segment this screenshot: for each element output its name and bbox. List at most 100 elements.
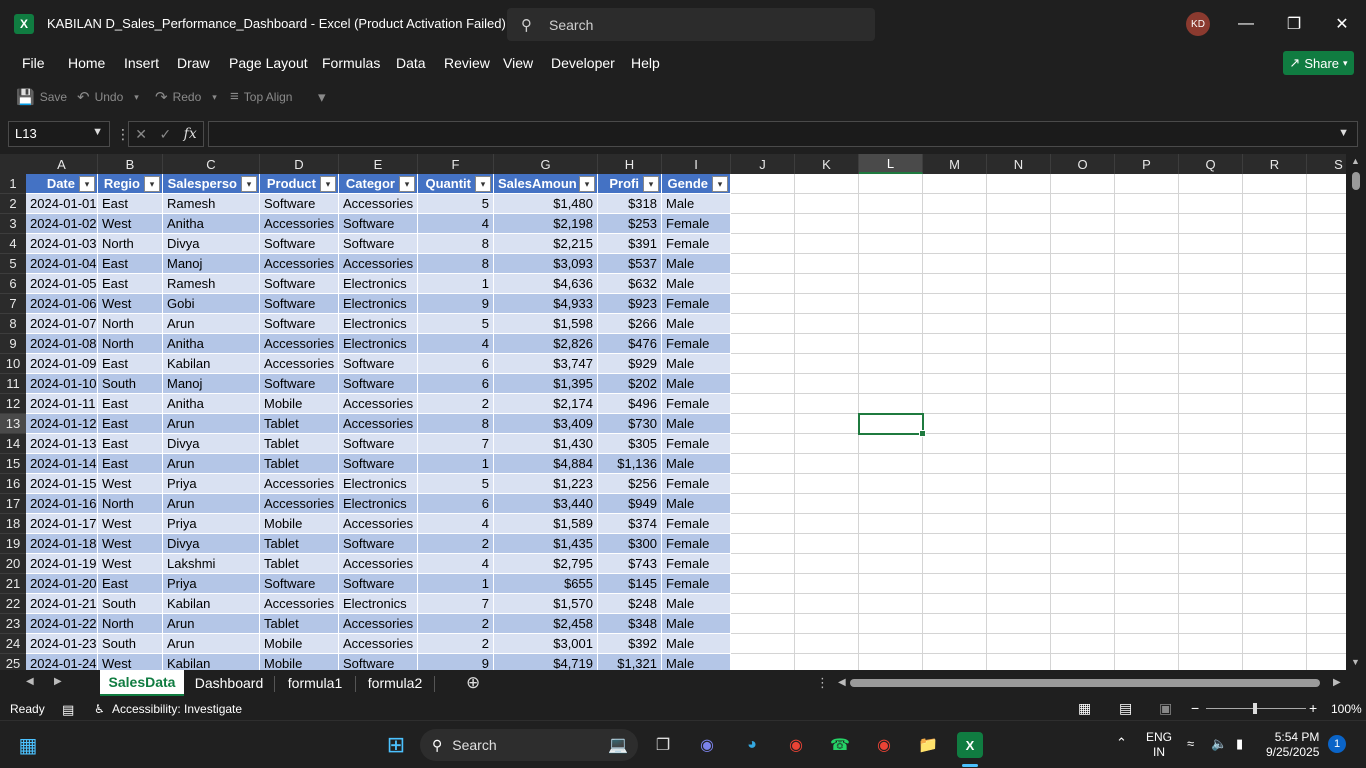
table-cell[interactable]: Electronics <box>339 334 418 354</box>
table-cell[interactable]: 1 <box>418 574 494 594</box>
table-cell[interactable]: $1,589 <box>494 514 598 534</box>
table-cell[interactable]: $4,884 <box>494 454 598 474</box>
table-cell[interactable]: 4 <box>418 514 494 534</box>
table-cell[interactable]: Priya <box>163 574 260 594</box>
empty-cell[interactable] <box>987 414 1051 434</box>
column-header-l[interactable]: L <box>859 154 923 174</box>
empty-cell[interactable] <box>1243 594 1307 614</box>
scroll-down-icon[interactable]: ▼ <box>1351 657 1360 667</box>
filter-dropdown-icon[interactable]: ▾ <box>79 176 95 192</box>
empty-cell[interactable] <box>987 574 1051 594</box>
spreadsheet-grid[interactable]: A B C D E F G H I J K L M N O P Q R S 1 2 3 4 5 6 7 8 9 10 11 12 13 14 15… <box>0 154 1366 670</box>
row-header[interactable]: 7 <box>0 294 26 314</box>
empty-cell[interactable] <box>731 194 795 214</box>
table-cell[interactable]: 2024-01-15 <box>26 474 98 494</box>
empty-cell[interactable] <box>1115 274 1179 294</box>
table-cell[interactable]: Arun <box>163 314 260 334</box>
table-cell[interactable]: West <box>98 554 163 574</box>
empty-cell[interactable] <box>731 514 795 534</box>
table-cell[interactable]: Male <box>662 414 731 434</box>
empty-cell[interactable] <box>1179 294 1243 314</box>
empty-cell[interactable] <box>859 634 923 654</box>
redo-button[interactable]: ↷ Redo ▾ <box>155 88 217 106</box>
table-cell[interactable]: Software <box>339 534 418 554</box>
empty-cell[interactable] <box>987 474 1051 494</box>
empty-cell[interactable] <box>1243 254 1307 274</box>
row-header[interactable]: 14 <box>0 434 26 454</box>
empty-cell[interactable] <box>1051 294 1115 314</box>
table-cell[interactable]: $145 <box>598 574 662 594</box>
table-cell[interactable]: 2024-01-03 <box>26 234 98 254</box>
row-header[interactable]: 23 <box>0 614 26 634</box>
table-cell[interactable]: Software <box>339 454 418 474</box>
empty-cell[interactable] <box>859 214 923 234</box>
table-cell[interactable]: $1,598 <box>494 314 598 334</box>
empty-cell[interactable] <box>1243 274 1307 294</box>
row-header[interactable]: 18 <box>0 514 26 534</box>
menu-home[interactable]: Home <box>68 55 105 71</box>
empty-cell[interactable] <box>859 234 923 254</box>
table-cell[interactable]: $2,198 <box>494 214 598 234</box>
empty-cell[interactable] <box>859 614 923 634</box>
table-cell[interactable]: 1 <box>418 454 494 474</box>
empty-cell[interactable] <box>795 194 859 214</box>
empty-cell[interactable] <box>859 534 923 554</box>
filter-dropdown-icon[interactable]: ▾ <box>579 176 595 192</box>
empty-cell[interactable] <box>1243 214 1307 234</box>
empty-cell[interactable] <box>1179 394 1243 414</box>
table-cell[interactable]: Priya <box>163 514 260 534</box>
empty-cell[interactable] <box>1243 174 1307 194</box>
table-cell[interactable]: Software <box>260 314 339 334</box>
share-button[interactable]: ↗ Share ▾ <box>1283 51 1354 75</box>
table-cell[interactable]: Female <box>662 334 731 354</box>
empty-cell[interactable] <box>859 254 923 274</box>
empty-cell[interactable] <box>859 354 923 374</box>
empty-cell[interactable] <box>1243 554 1307 574</box>
row-header[interactable]: 13 <box>0 414 26 434</box>
empty-cell[interactable] <box>1243 414 1307 434</box>
empty-cell[interactable] <box>1243 474 1307 494</box>
table-cell[interactable]: Software <box>339 374 418 394</box>
empty-cell[interactable] <box>1179 634 1243 654</box>
vertical-scrollbar[interactable]: ▲ ▼ <box>1346 154 1366 670</box>
table-cell[interactable]: Tablet <box>260 434 339 454</box>
empty-cell[interactable] <box>731 474 795 494</box>
table-cell[interactable]: $3,409 <box>494 414 598 434</box>
table-cell[interactable]: 2024-01-24 <box>26 654 98 670</box>
empty-cell[interactable] <box>1179 354 1243 374</box>
row-header[interactable]: 19 <box>0 534 26 554</box>
empty-cell[interactable] <box>1179 494 1243 514</box>
menu-page-layout[interactable]: Page Layout <box>229 55 308 71</box>
title-search-box[interactable]: ⚲ Search <box>507 8 875 41</box>
table-cell[interactable]: Accessories <box>339 414 418 434</box>
accessibility-icon[interactable]: ♿ <box>94 702 105 716</box>
table-cell[interactable]: $256 <box>598 474 662 494</box>
empty-cell[interactable] <box>1243 394 1307 414</box>
table-cell[interactable]: $253 <box>598 214 662 234</box>
empty-cell[interactable] <box>1051 354 1115 374</box>
excel-taskbar-icon[interactable]: X <box>957 732 983 758</box>
table-cell[interactable]: Male <box>662 254 731 274</box>
table-cell[interactable]: Accessories <box>339 394 418 414</box>
empty-cell[interactable] <box>795 354 859 374</box>
table-cell[interactable]: $632 <box>598 274 662 294</box>
chrome-icon[interactable]: ◉ <box>783 732 809 758</box>
table-cell[interactable]: Software <box>339 234 418 254</box>
insert-function-icon[interactable]: fx <box>184 126 197 142</box>
empty-cell[interactable] <box>1115 574 1179 594</box>
table-cell[interactable]: Male <box>662 194 731 214</box>
empty-cell[interactable] <box>1179 234 1243 254</box>
table-cell[interactable]: Kabilan <box>163 354 260 374</box>
table-cell[interactable]: 2024-01-08 <box>26 334 98 354</box>
empty-cell[interactable] <box>923 214 987 234</box>
column-header-j[interactable]: J <box>731 154 795 174</box>
table-cell[interactable]: Female <box>662 554 731 574</box>
column-header-b[interactable]: B <box>98 154 163 174</box>
empty-cell[interactable] <box>987 294 1051 314</box>
table-cell[interactable]: $1,480 <box>494 194 598 214</box>
empty-cell[interactable] <box>1243 334 1307 354</box>
empty-cell[interactable] <box>795 654 859 670</box>
empty-cell[interactable] <box>795 314 859 334</box>
empty-cell[interactable] <box>987 494 1051 514</box>
column-header-r[interactable]: R <box>1243 154 1307 174</box>
